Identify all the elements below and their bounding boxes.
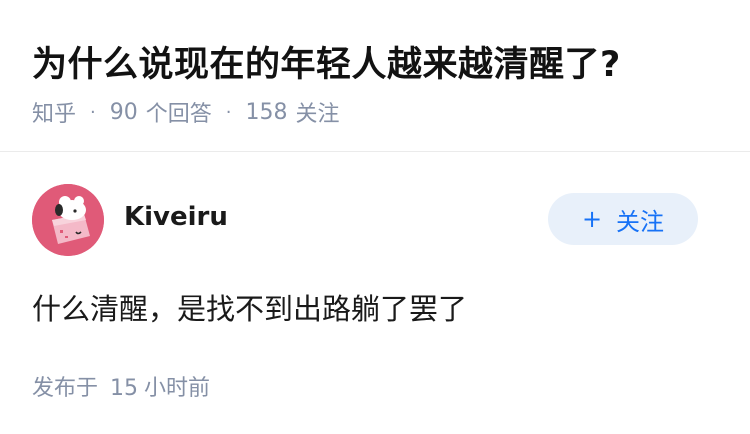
avatar-illustration-icon — [32, 184, 104, 256]
divider — [0, 151, 750, 152]
answer-count-label[interactable]: 个回答 — [146, 96, 212, 128]
question-meta: 知乎 · 90 个回答 · 158 关注 — [32, 96, 340, 128]
avatar[interactable] — [32, 184, 104, 256]
published-time-number: 15 — [110, 376, 139, 401]
answer-content[interactable]: 什么清醒，是找不到出路躺了罢了 — [32, 286, 467, 328]
follow-button[interactable]: + 关注 — [548, 193, 698, 245]
published-label: 发布于 — [32, 376, 99, 401]
published-time-unit: 小时前 — [144, 376, 211, 401]
plus-icon: + — [581, 205, 603, 233]
follower-count: 158 — [245, 99, 288, 125]
answer-meta: 发布于 15 小时前 — [32, 370, 210, 402]
follower-count-label[interactable]: 关注 — [296, 96, 340, 128]
answer-count: 90 — [109, 99, 138, 125]
source-label[interactable]: 知乎 — [32, 96, 76, 128]
separator-dot: · — [225, 101, 232, 123]
author-name[interactable]: Kiveiru — [124, 202, 228, 232]
question-title[interactable]: 为什么说现在的年轻人越来越清醒了? — [32, 36, 621, 87]
follow-label: 关注 — [616, 207, 665, 236]
separator-dot: · — [90, 101, 96, 123]
question-header: 为什么说现在的年轻人越来越清醒了? 知乎 · 90 个回答 · 158 关注 — [0, 0, 750, 152]
